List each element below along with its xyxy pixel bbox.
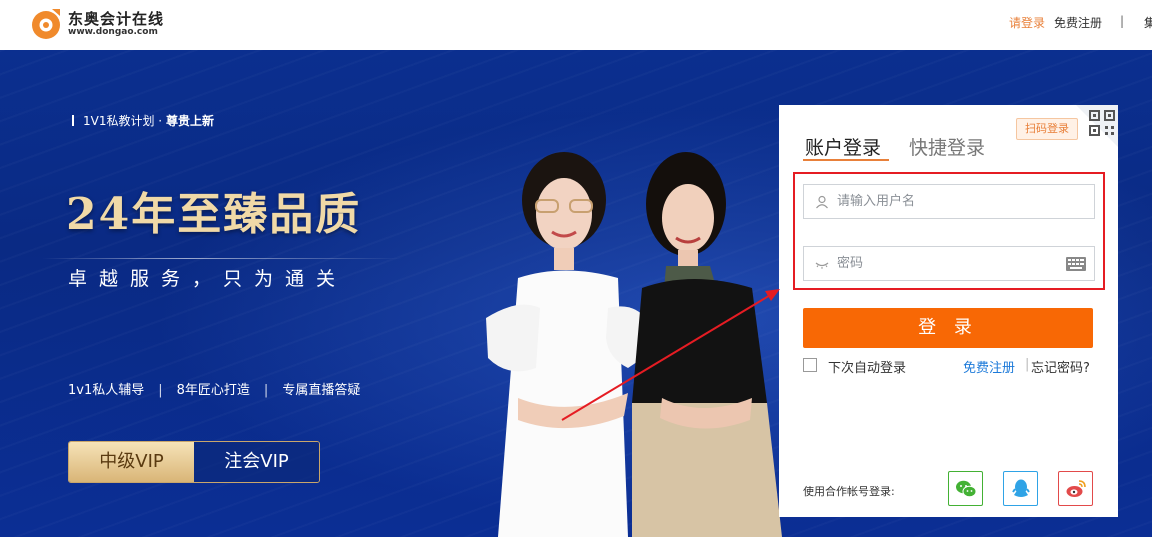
keyboard-icon[interactable] — [1066, 257, 1086, 271]
feature-item: 专属直播答疑 — [282, 383, 361, 398]
password-field — [803, 246, 1095, 281]
site-logo[interactable]: 东奥会计在线 www.dongao.com — [30, 6, 210, 42]
remember-checkbox[interactable] — [803, 358, 817, 372]
feature-item: 1v1私人辅导 — [68, 383, 145, 398]
forgot-password-link[interactable]: 忘记密码? — [1031, 357, 1090, 376]
remember-label: 下次自动登录 — [828, 361, 907, 376]
wechat-icon — [956, 480, 977, 498]
header-separator: | — [1120, 14, 1125, 28]
logo-url: www.dongao.com — [68, 27, 158, 37]
banner-features: 1v1私人辅导 | 8年匠心打造 | 专属直播答疑 — [68, 379, 360, 398]
password-input[interactable] — [837, 247, 1057, 280]
login-panel: 扫码登录 账户登录 快捷登录 登 录 下次自动登录 免费注册 | 忘记密码? — [779, 105, 1118, 517]
presenter-right-illustration — [632, 152, 782, 537]
top-header: 东奥会计在线 www.dongao.com 请登录 免费注册 | 集 — [0, 0, 1152, 50]
qr-code-icon[interactable] — [1089, 110, 1115, 136]
tagline-strong: 尊贵上新 — [165, 114, 214, 128]
feature-separator: | — [158, 383, 163, 398]
header-login-link[interactable]: 请登录 — [1009, 14, 1045, 31]
user-icon — [816, 195, 828, 209]
banner-subline: 卓越服务，只为通关 — [68, 268, 348, 290]
tab-account-login[interactable]: 账户登录 — [805, 133, 881, 160]
link-separator: | — [1025, 357, 1030, 372]
username-field — [803, 184, 1095, 219]
oauth-label: 使用合作帐号登录: — [803, 485, 895, 498]
qr-login-badge[interactable]: 扫码登录 — [1016, 118, 1078, 140]
banner-headline: 24年至臻品质 — [66, 189, 362, 240]
vip-cpa-button[interactable]: 注会VIP — [194, 442, 319, 482]
weibo-icon — [1066, 480, 1086, 497]
active-tab-underline — [803, 159, 889, 161]
logo-name: 东奥会计在线 — [68, 10, 165, 28]
weibo-login-button[interactable] — [1058, 471, 1093, 506]
qq-login-button[interactable] — [1003, 471, 1038, 506]
feature-item: 8年匠心打造 — [176, 383, 250, 398]
feature-separator: | — [263, 383, 269, 398]
banner-tagline: 1V1私教计划 · 尊贵上新 — [72, 112, 214, 129]
logo-icon — [32, 9, 60, 39]
login-button[interactable]: 登 录 — [803, 308, 1093, 348]
eye-closed-icon — [815, 262, 829, 269]
qq-icon — [1012, 479, 1030, 497]
vip-intermediate-button[interactable]: 中级VIP — [69, 442, 194, 482]
tagline-bar — [72, 115, 74, 126]
wechat-login-button[interactable] — [948, 471, 983, 506]
tab-quick-login[interactable]: 快捷登录 — [909, 133, 985, 160]
headline-divider — [42, 258, 402, 259]
username-input[interactable] — [837, 185, 1057, 218]
header-more-link[interactable]: 集 — [1144, 14, 1152, 31]
vip-toggle-group: 中级VIP 注会VIP — [68, 441, 320, 483]
header-register-link[interactable]: 免费注册 — [1054, 14, 1102, 31]
register-link[interactable]: 免费注册 — [963, 357, 1015, 376]
tagline-prefix: 1V1私教计划 · — [83, 114, 166, 128]
